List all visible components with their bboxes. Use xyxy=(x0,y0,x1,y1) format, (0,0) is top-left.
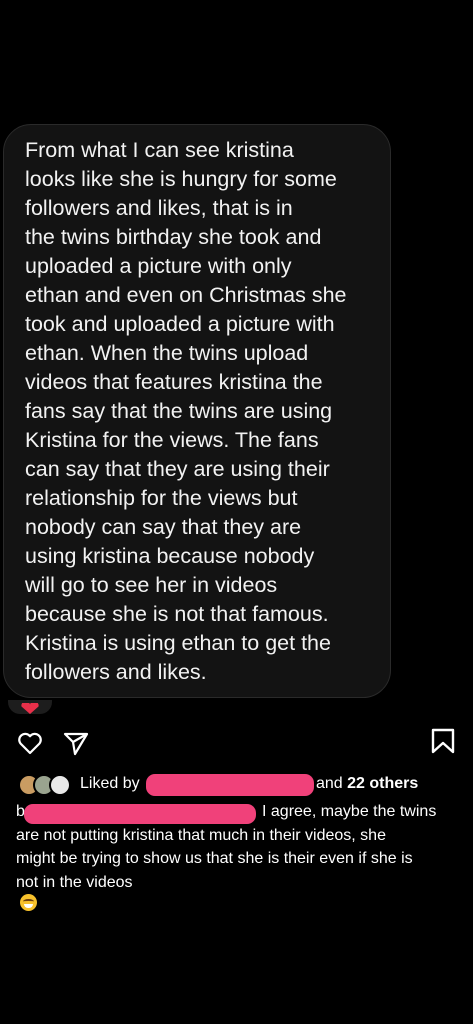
post-line: relationship for the views but xyxy=(25,486,298,510)
post-line: using kristina because nobody xyxy=(25,544,315,568)
post-line: fans say that the twins are using xyxy=(25,399,333,423)
and-label: and xyxy=(316,775,343,792)
post-line: Kristina is using ethan to get the xyxy=(25,631,331,655)
post-line: looks like she is hungry for some xyxy=(25,167,337,191)
save-button[interactable] xyxy=(429,727,457,755)
post-line: took and uploaded a picture with xyxy=(25,312,335,336)
paper-plane-icon xyxy=(63,732,89,756)
heart-reaction-icon xyxy=(21,703,39,714)
liked-by-row[interactable]: Liked by and 22 others xyxy=(18,772,458,796)
post-line: can say that they are using their xyxy=(25,457,330,481)
heart-outline-icon xyxy=(18,732,42,755)
comment-line: are not putting kristina that much in th… xyxy=(16,826,386,844)
bookmark-icon xyxy=(431,728,455,754)
grinning-sweat-emoji-icon xyxy=(20,894,37,911)
post-line: ethan. When the twins upload xyxy=(25,341,309,365)
post-line: From what I can see kristina xyxy=(25,138,294,162)
post-body: From what I can see kristina looks like … xyxy=(25,136,385,687)
post-text-card: From what I can see kristina looks like … xyxy=(3,124,391,698)
post-line: the twins birthday she took and xyxy=(25,225,322,249)
comment-line: not in the videos xyxy=(16,873,133,891)
others-count[interactable]: and 22 others xyxy=(316,772,418,796)
liked-by-label: Liked by xyxy=(80,775,140,792)
post-line: Kristina for the views. The fans xyxy=(25,428,319,452)
reaction-badge[interactable] xyxy=(8,700,52,714)
comment-line: I agree, maybe the twins xyxy=(262,803,437,820)
comment: b I agree, maybe the twins are not putti… xyxy=(16,800,461,911)
post-line: will go to see her in videos xyxy=(25,573,278,597)
post-line: uploaded a picture with only xyxy=(25,254,292,278)
redacted-commenter xyxy=(24,804,256,824)
avatar xyxy=(49,774,71,796)
post-line: followers and likes. xyxy=(25,660,207,684)
redacted-username xyxy=(146,774,314,796)
share-button[interactable] xyxy=(62,729,90,757)
post-line: ethan and even on Christmas she xyxy=(25,283,347,307)
post-line: followers and likes, that is in xyxy=(25,196,293,220)
comment-line-last: not in the videos xyxy=(16,871,461,911)
others-label: 22 others xyxy=(347,775,419,792)
post-line: because she is not that famous. xyxy=(25,602,329,626)
comment-first-line: b I agree, maybe the twins xyxy=(16,800,461,824)
post-line: nobody can say that they are xyxy=(25,515,302,539)
post-line: videos that features kristina the xyxy=(25,370,323,394)
comment-line: might be trying to show us that she is t… xyxy=(16,850,413,867)
like-button[interactable] xyxy=(16,729,44,757)
liker-avatars[interactable] xyxy=(18,774,74,796)
username-start: b xyxy=(16,803,25,820)
